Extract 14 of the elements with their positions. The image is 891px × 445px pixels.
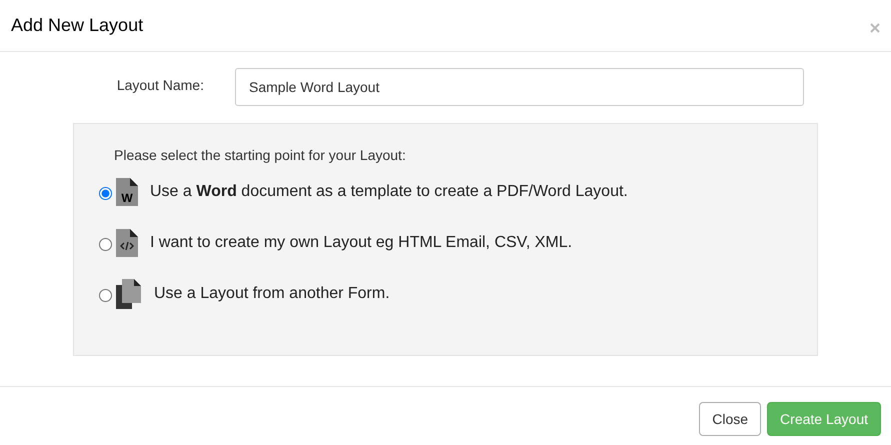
- option-text: Use a Layout from another Form.: [154, 284, 390, 304]
- copy-documents-icon: [116, 279, 142, 309]
- option-text: I want to create my own Layout eg HTML Email, CSV, XML.: [150, 233, 572, 253]
- option-radio[interactable]: [99, 238, 112, 250]
- word-document-icon: W: [116, 178, 138, 206]
- option-radio[interactable]: [99, 186, 112, 200]
- code-file-icon: [116, 229, 138, 257]
- layout-name-field[interactable]: Sample Word Layout: [235, 68, 804, 106]
- dialog-title: Add New Layout: [11, 14, 144, 37]
- option-radio[interactable]: [99, 288, 112, 302]
- close-button[interactable]: Close: [699, 402, 762, 436]
- prompt-text: Please select the starting point for your Layout:: [114, 146, 407, 165]
- field-label: Layout Name:: [116, 76, 205, 95]
- option-text: Use a Word document as a template to create a PDF/Word Layout.: [150, 182, 628, 202]
